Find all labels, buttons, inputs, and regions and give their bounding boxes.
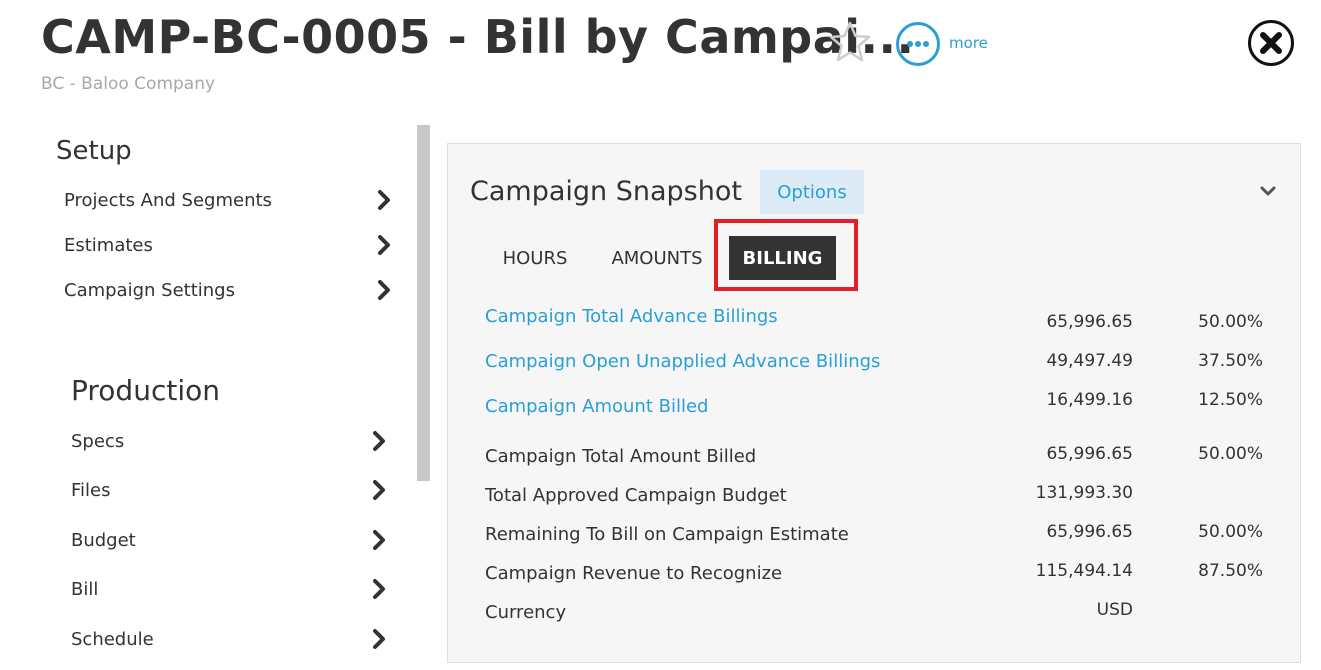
nav-item-bill[interactable]: Bill — [71, 573, 387, 605]
nav-item-label: Projects And Segments — [64, 189, 272, 211]
nav-item-label: Campaign Settings — [64, 279, 235, 301]
nav-item-projects-and-segments[interactable]: Projects And Segments — [64, 184, 392, 216]
production-heading: Production — [71, 374, 220, 407]
star-icon[interactable] — [827, 20, 873, 64]
chevron-right-icon — [373, 480, 385, 500]
row-percent: 12.50% — [1198, 390, 1263, 410]
options-button[interactable]: Options — [760, 170, 864, 214]
tab-hours[interactable]: HOURS — [490, 236, 580, 280]
page-title: CAMP-BC-0005 - Bill by Campai... — [41, 10, 915, 64]
close-icon[interactable] — [1247, 19, 1295, 67]
row-percent: 50.00% — [1198, 444, 1263, 464]
nav-item-schedule[interactable]: Schedule — [71, 623, 387, 655]
row-label-link[interactable]: Campaign Total Advance Billings — [485, 306, 778, 327]
nav-item-label: Files — [71, 479, 111, 501]
page: CAMP-BC-0005 - Bill by Campai... BC - Ba… — [0, 0, 1321, 670]
row-value: USD — [1096, 600, 1133, 620]
row-label: Total Approved Campaign Budget — [485, 485, 787, 506]
setup-heading: Setup — [56, 136, 132, 166]
row-percent: 87.50% — [1198, 561, 1263, 581]
tab-amounts[interactable]: AMOUNTS — [600, 236, 714, 280]
chevron-right-icon — [378, 280, 390, 300]
row-value: 49,497.49 — [1046, 351, 1133, 371]
more-icon[interactable] — [895, 21, 941, 67]
chevron-right-icon — [378, 190, 390, 210]
row-percent: 50.00% — [1198, 312, 1263, 332]
row-value: 115,494.14 — [1035, 561, 1133, 581]
highlight-box — [714, 219, 858, 291]
nav-item-label: Schedule — [71, 628, 154, 650]
row-percent: 37.50% — [1198, 351, 1263, 371]
nav-item-specs[interactable]: Specs — [71, 425, 387, 457]
row-value: 16,499.16 — [1046, 390, 1133, 410]
nav-item-budget[interactable]: Budget — [71, 524, 387, 556]
row-label-link[interactable]: Campaign Open Unapplied Advance Billings — [485, 351, 880, 372]
card-title: Campaign Snapshot — [470, 176, 742, 207]
row-percent: 50.00% — [1198, 522, 1263, 542]
nav-item-label: Budget — [71, 529, 136, 551]
nav-item-files[interactable]: Files — [71, 474, 387, 506]
row-label: Currency — [485, 602, 567, 623]
row-value: 65,996.65 — [1046, 522, 1133, 542]
nav-item-label: Estimates — [64, 234, 153, 256]
row-label: Campaign Total Amount Billed — [485, 446, 757, 467]
row-label: Remaining To Bill on Campaign Estimate — [485, 524, 849, 545]
nav-scrollbar[interactable] — [417, 125, 430, 481]
chevron-down-icon[interactable] — [1259, 184, 1277, 198]
row-value: 65,996.65 — [1046, 312, 1133, 332]
chevron-right-icon — [378, 235, 390, 255]
row-label-link[interactable]: Campaign Amount Billed — [485, 396, 708, 417]
chevron-right-icon — [373, 629, 385, 649]
company-subtitle: BC - Baloo Company — [41, 74, 216, 94]
more-link[interactable]: more — [949, 34, 988, 52]
nav-item-estimates[interactable]: Estimates — [64, 229, 392, 261]
row-value: 65,996.65 — [1046, 444, 1133, 464]
chevron-right-icon — [373, 431, 385, 451]
row-label: Campaign Revenue to Recognize — [485, 563, 783, 584]
row-value: 131,993.30 — [1035, 483, 1133, 503]
nav-item-campaign-settings[interactable]: Campaign Settings — [64, 274, 392, 306]
nav-item-label: Specs — [71, 430, 125, 452]
chevron-right-icon — [373, 579, 385, 599]
nav-item-label: Bill — [71, 578, 99, 600]
chevron-right-icon — [373, 530, 385, 550]
